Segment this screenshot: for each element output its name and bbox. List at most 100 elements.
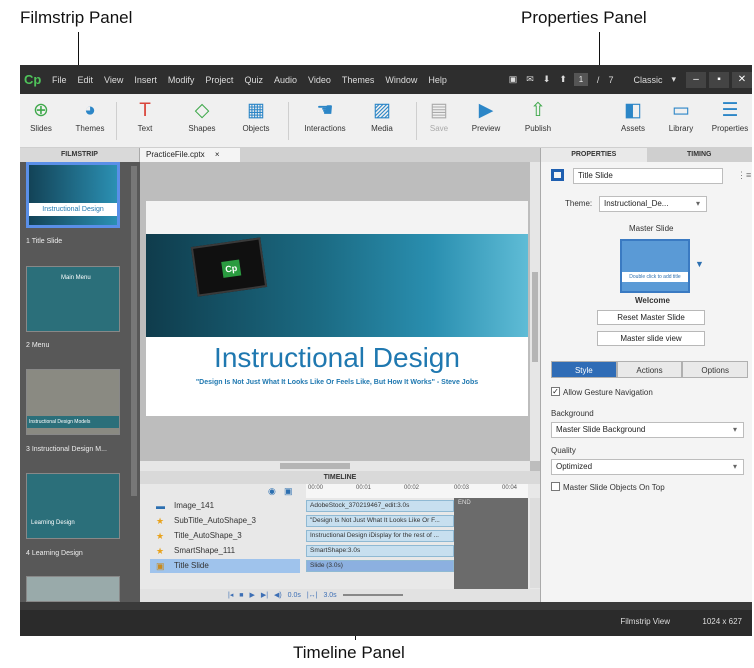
menu-modify[interactable]: Modify [168,75,195,85]
zoom-slider[interactable] [342,594,403,597]
timeline-row[interactable]: ▬ Image_141 AdobeStock_370219467_edit:3.0… [140,499,540,513]
tab-timing[interactable]: TIMING [646,148,752,162]
ruler-tick: 00:01 [356,485,372,491]
document-tab[interactable]: PracticeFile.cptx × [140,148,240,162]
scroll-thumb[interactable] [532,272,538,362]
options-menu-icon[interactable]: ⋮≡ [737,170,751,181]
stage-vertical-scrollbar[interactable] [530,162,540,461]
timeline-scrollbar[interactable] [530,498,540,588]
text-button[interactable]: T Text [130,98,160,133]
menu-audio[interactable]: Audio [274,75,297,85]
menu-window[interactable]: Window [385,75,417,85]
image-icon: ▨ [373,100,391,121]
filmstrip-slide-4[interactable]: Learning Design [26,473,120,539]
comment-icon[interactable]: ▣ [509,74,518,85]
timeline-row[interactable]: ★ Title_AutoShape_3 Instructional Design … [140,529,540,543]
allow-gesture-checkbox[interactable]: ✓ [551,387,560,396]
master-on-top-checkbox[interactable] [551,482,560,491]
media-button[interactable]: ▨ Media [364,98,400,133]
menu-help[interactable]: Help [428,75,447,85]
shapes-button[interactable]: ◇ Shapes [184,98,220,133]
objects-button[interactable]: ▦ Objects [238,98,274,133]
minimize-icon[interactable]: – [686,71,706,88]
dropdown-icon[interactable]: ▾ [671,74,676,85]
tab-properties[interactable]: PROPERTIES [541,148,647,162]
slide-name-input[interactable]: Title Slide [573,168,723,184]
menu-edit[interactable]: Edit [78,75,94,85]
library-button[interactable]: ▭ Library [664,98,698,133]
maximize-icon[interactable]: ▪ [709,71,729,88]
quality-select[interactable]: Optimized ▾ [551,459,744,475]
filmstrip-panel-callout: Filmstrip Panel [20,8,133,27]
reset-master-slide-button[interactable]: Reset Master Slide [597,310,705,325]
filmstrip-slide-5[interactable] [26,576,120,602]
menu-quiz[interactable]: Quiz [244,75,263,85]
scroll-thumb[interactable] [280,463,350,469]
menu-view[interactable]: View [104,75,123,85]
properties-button[interactable]: ☰ Properties [710,98,750,133]
ruler-tick: 00:04 [502,485,518,491]
audio-icon[interactable]: ◀) [274,592,282,599]
lock-icon[interactable]: ▣ [284,486,293,497]
star-icon: ★ [156,516,165,526]
trim-icon[interactable]: |↔| [307,592,318,599]
filmstrip-slide-2[interactable]: Main Menu [26,266,120,332]
document-tab-bar: PracticeFile.cptx × [140,148,540,162]
quality-label: Quality [551,446,576,455]
master-slide-thumbnail[interactable]: Double click to add title [620,239,690,293]
eye-icon[interactable]: ◉ [268,486,276,497]
background-label: Background [551,409,594,418]
workspace-dropdown[interactable]: Classic [633,75,662,85]
assets-button[interactable]: ◧ Assets [618,98,648,133]
themes-button[interactable]: ◕ Themes [72,98,108,133]
timeline-bar[interactable]: "Design Is Not Just What It Looks Like O… [306,515,454,527]
timeline-row-name: Title_AutoShape_3 [174,531,242,540]
timeline-row[interactable]: ★ SubTitle_AutoShape_3 "Design Is Not Jus… [140,514,540,528]
timeline-bar[interactable]: Slide (3.0s) [306,560,454,572]
stop-icon[interactable]: ■ [239,592,243,599]
arrow-down-icon[interactable]: ⬇ [543,74,551,85]
filmstrip-slide-3[interactable]: Instructional Design Models [26,369,120,435]
next-icon[interactable]: ▶| [261,592,268,599]
ruler-tick: 00:02 [404,485,420,491]
slides-button[interactable]: ⊕ Slides [26,98,56,133]
tab-actions[interactable]: Actions [616,361,683,378]
play-icon[interactable]: ▶ [249,592,254,599]
slide-canvas[interactable]: Cp Instructional Design "Design Is Not J… [146,201,528,416]
mail-icon[interactable]: ✉ [526,74,534,85]
timeline-row[interactable]: ▣ Title Slide Slide (3.0s) [140,559,540,573]
stage-horizontal-scrollbar[interactable] [140,461,530,471]
publish-button[interactable]: ⇧ Publish [520,98,556,133]
theme-select[interactable]: Instructional_De... ▾ [599,196,707,212]
current-page-input[interactable]: 1 [573,73,588,86]
menu-themes[interactable]: Themes [342,75,375,85]
menu-file[interactable]: File [52,75,67,85]
close-tab-icon[interactable]: × [215,150,220,159]
slide-hero-image[interactable]: Cp [146,234,528,337]
slide-subtitle[interactable]: "Design Is Not Just What It Looks Like O… [146,379,528,386]
rewind-icon[interactable]: |◂ [228,592,233,599]
close-icon[interactable]: ✕ [732,71,752,88]
preview-button[interactable]: ▶ Preview [468,98,504,133]
filmstrip-slide-label: 2 Menu [26,342,50,349]
filmstrip-slide-1[interactable]: Instructional Design [26,162,120,228]
background-select[interactable]: Master Slide Background ▾ [551,422,744,438]
menu-insert[interactable]: Insert [134,75,157,85]
tab-style[interactable]: Style [551,361,617,378]
slide-title[interactable]: Instructional Design [146,342,528,374]
menu-video[interactable]: Video [308,75,331,85]
timeline-row[interactable]: ★ SmartShape_111 SmartShape:3.0s [140,544,540,558]
save-button[interactable]: ▤ Save [424,98,454,133]
menu-project[interactable]: Project [205,75,233,85]
filmstrip-scrollbar[interactable] [131,166,137,496]
arrow-up-icon[interactable]: ⬆ [559,74,567,85]
theme-label: Theme: [565,199,593,208]
master-slide-view-button[interactable]: Master slide view [597,331,705,346]
tab-options[interactable]: Options [682,361,749,378]
dropdown-icon[interactable]: ▼ [695,259,704,269]
timeline-bar[interactable]: AdobeStock_370219467_edit:3.0s [306,500,454,512]
timeline-bar[interactable]: Instructional Design iDisplay for the re… [306,530,454,542]
timeline-bar[interactable]: SmartShape:3.0s [306,545,454,557]
interactions-button[interactable]: ☚ Interactions [300,98,350,133]
palette-icon: ◕ [84,100,96,121]
